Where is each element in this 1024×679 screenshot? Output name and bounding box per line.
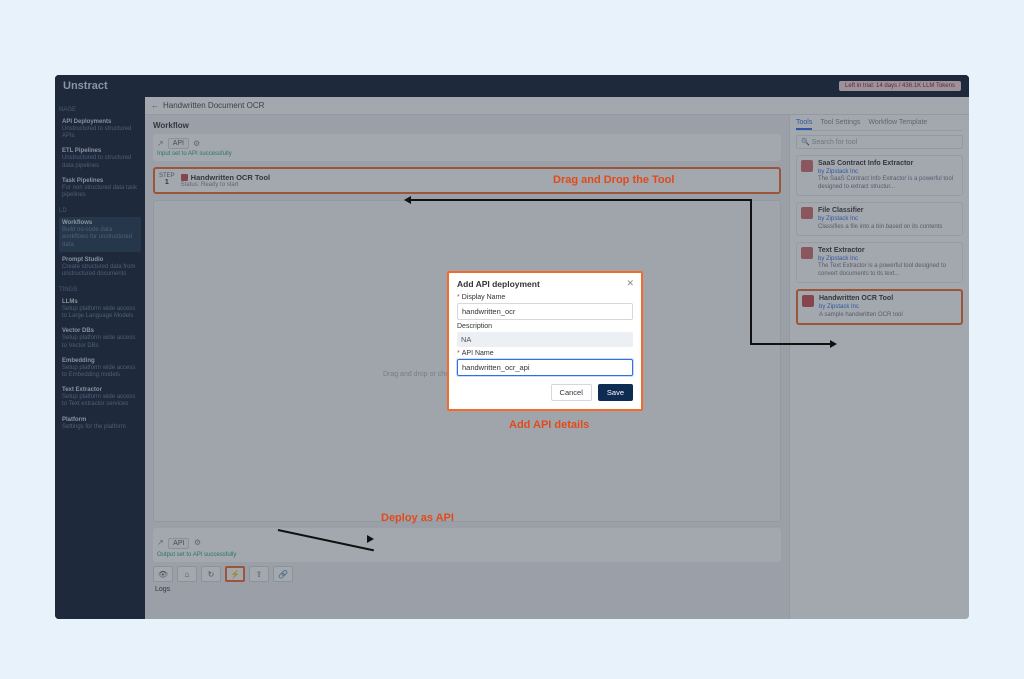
- breadcrumb-title: Handwritten Document OCR: [163, 101, 264, 110]
- annot-drag: Drag and Drop the Tool: [553, 174, 674, 186]
- cancel-button[interactable]: Cancel: [551, 384, 592, 401]
- arrow-head-icon: [830, 340, 837, 348]
- sidebar-item[interactable]: Vector DBsSetup platform wide access to …: [59, 325, 141, 352]
- sidebar-section: LD: [59, 208, 141, 214]
- step-number: STEP 1: [159, 173, 175, 186]
- arrow-head-icon: [404, 196, 411, 204]
- deploy-api-button[interactable]: ⚡: [225, 566, 245, 582]
- logs-label: Logs: [153, 582, 781, 593]
- add-api-modal: ✕ Add API deployment *Display Name Descr…: [447, 271, 643, 411]
- input-helper: Input set to API successfully: [157, 151, 777, 157]
- api-name-label: *API Name: [457, 350, 633, 357]
- tool-item-icon: [802, 295, 814, 307]
- modal-title: Add API deployment: [457, 279, 633, 289]
- refresh-button[interactable]: ↻: [201, 566, 221, 582]
- sidebar-item[interactable]: Text ExtractorSetup platform wide access…: [59, 384, 141, 411]
- annot-deploy: Deploy as API: [381, 512, 454, 524]
- tab-workflow-template[interactable]: Workflow Template: [868, 119, 927, 127]
- arrow-line: [750, 343, 830, 345]
- search-icon: 🔍: [801, 139, 810, 146]
- gear-icon[interactable]: ⚙: [193, 139, 200, 148]
- api-chip[interactable]: API: [168, 538, 189, 549]
- step-status: Status: Ready to start: [181, 182, 270, 188]
- sidebar-item[interactable]: API DeploymentsUnstructured to structure…: [59, 116, 141, 143]
- step-tool-name: Handwritten OCR Tool: [191, 173, 270, 182]
- tool-item[interactable]: File Classifierby Zipstack IncClassifies…: [796, 202, 963, 236]
- gear-icon[interactable]: ⚙: [194, 538, 201, 547]
- tool-item-icon: [801, 247, 813, 259]
- brand: Unstract: [63, 80, 108, 92]
- sidebar: NAGE API DeploymentsUnstructured to struc…: [55, 97, 145, 619]
- input-card: ↗ API ⚙ Input set to API successfully: [153, 134, 781, 161]
- display-name-label: *Display Name: [457, 294, 633, 301]
- breadcrumb: ← Handwritten Document OCR: [145, 97, 969, 115]
- home-button[interactable]: ⌂: [177, 566, 197, 582]
- step-card[interactable]: STEP 1 Handwritten OCR Tool Status: Read…: [153, 167, 781, 194]
- tool-item-icon: [801, 207, 813, 219]
- sidebar-item[interactable]: WorkflowsBuild no-code data workflows fo…: [59, 217, 141, 252]
- tool-item[interactable]: Text Extractorby Zipstack IncThe Text Ex…: [796, 242, 963, 283]
- action-bar: 👁 ⌂ ↻ ⚡ ⇪ 🔗: [153, 566, 781, 582]
- back-icon[interactable]: ←: [151, 101, 159, 110]
- annot-add-api: Add API details: [509, 419, 589, 431]
- tool-item[interactable]: SaaS Contract Info Extractorby Zipstack …: [796, 155, 963, 196]
- sidebar-item[interactable]: Prompt StudioCreate structured data from…: [59, 254, 141, 281]
- sidebar-item[interactable]: Task PipelinesFor non structured data ta…: [59, 175, 141, 202]
- tool-item-icon: [801, 160, 813, 172]
- output-card: ↗ API ⚙ Output set to API successfully: [153, 528, 781, 562]
- sidebar-item[interactable]: PlatformSettings for the platform: [59, 414, 141, 434]
- arrow-line: [750, 199, 752, 343]
- tab-tools[interactable]: Tools: [796, 119, 812, 130]
- sidebar-section: NAGE: [59, 107, 141, 113]
- display-name-input[interactable]: [457, 303, 633, 320]
- api-chip[interactable]: API: [168, 138, 189, 149]
- arrow-line: [410, 199, 750, 201]
- tool-icon: [181, 174, 188, 181]
- upload-button[interactable]: ⇪: [249, 566, 269, 582]
- view-button[interactable]: 👁: [153, 566, 173, 582]
- tools-panel: Tools Tool Settings Workflow Template 🔍 …: [789, 115, 969, 619]
- description-label: Description: [457, 323, 633, 330]
- sidebar-item[interactable]: EmbeddingSetup platform wide access to E…: [59, 355, 141, 382]
- sidebar-item[interactable]: ETL PipelinesUnstructured to structured …: [59, 145, 141, 172]
- arrow-head-icon: [367, 535, 374, 543]
- trial-pill: Left in trial: 14 days / 436.1K LLM Toke…: [839, 81, 961, 91]
- sidebar-section: TINGS: [59, 287, 141, 293]
- workflow-label: Workflow: [153, 121, 781, 130]
- export-icon[interactable]: ↗: [157, 538, 164, 547]
- tab-tool-settings[interactable]: Tool Settings: [820, 119, 860, 127]
- link-button[interactable]: 🔗: [273, 566, 293, 582]
- save-button[interactable]: Save: [598, 384, 633, 401]
- close-icon[interactable]: ✕: [626, 278, 634, 289]
- search-input[interactable]: 🔍 Search for tool: [796, 135, 963, 149]
- export-icon[interactable]: ↗: [157, 139, 164, 148]
- output-helper: Output set to API successfully: [157, 552, 777, 558]
- api-name-input[interactable]: [457, 359, 633, 376]
- tool-item[interactable]: Handwritten OCR Toolby Zipstack IncA sam…: [796, 289, 963, 325]
- sidebar-item[interactable]: LLMsSetup platform wide access to Large …: [59, 296, 141, 323]
- description-input[interactable]: [457, 332, 633, 347]
